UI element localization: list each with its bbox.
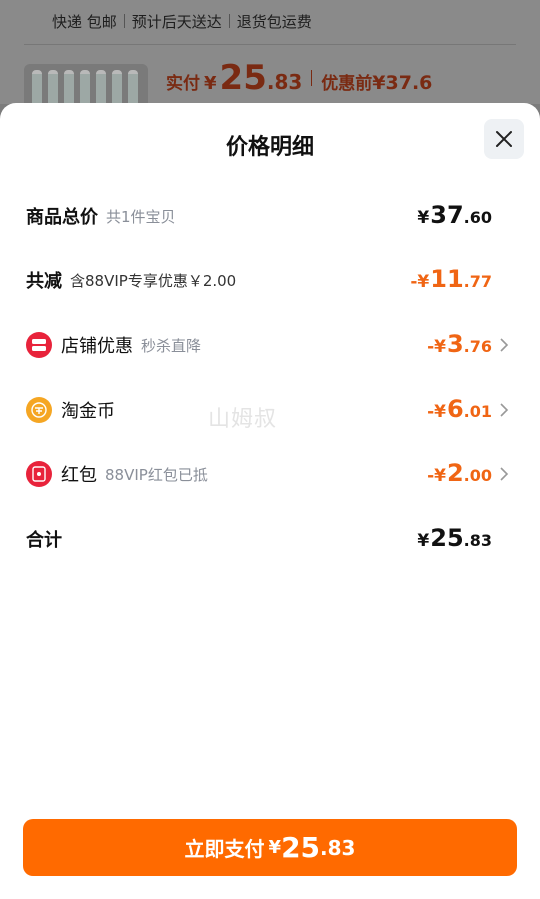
row-amount: ¥ 37 .60 bbox=[417, 198, 492, 234]
row-label: 共减 bbox=[26, 271, 62, 292]
row-label: 商品总价 bbox=[26, 207, 98, 228]
chevron-right-icon bbox=[500, 467, 509, 481]
row-sub: 共1件宝贝 bbox=[106, 207, 176, 226]
tag-shipping: 快递 包邮 bbox=[52, 12, 117, 31]
amount-integer: 25 bbox=[281, 831, 321, 864]
yen-sign: ¥ bbox=[268, 837, 282, 858]
before-discount-label: 优惠前 bbox=[321, 74, 373, 94]
row-sub: 秒杀直降 bbox=[141, 336, 202, 355]
delivery-tags: 快递 包邮 预计后天送达 退货包运费 bbox=[52, 10, 319, 32]
row-red-packet[interactable]: 红包 88VIP红包已抵 -¥ 2 .00 bbox=[26, 456, 516, 492]
price-decimal: .83 bbox=[266, 70, 303, 94]
yen-sign: -¥ bbox=[410, 272, 430, 292]
amount-decimal: .01 bbox=[463, 402, 492, 421]
price-separator bbox=[311, 70, 313, 86]
row-shop-discount[interactable]: 店铺优惠 秒杀直降 -¥ 3 .76 bbox=[26, 327, 516, 363]
amount-decimal: .76 bbox=[463, 337, 492, 356]
amount-decimal: .60 bbox=[463, 208, 492, 227]
row-amount: -¥ 6 .01 bbox=[427, 392, 492, 428]
amount-decimal: .83 bbox=[320, 835, 356, 860]
paid-label: 实付 bbox=[166, 74, 200, 94]
row-label: 淘金币 bbox=[61, 401, 115, 422]
row-total-goods: 商品总价 共1件宝贝 ¥ 37 .60 bbox=[26, 198, 516, 234]
row-label: 店铺优惠 bbox=[61, 336, 133, 357]
chevron-right-icon bbox=[500, 338, 509, 352]
sheet-title: 价格明细 bbox=[225, 135, 314, 160]
amount-integer: 25 bbox=[430, 524, 464, 552]
row-sum: 合计 ¥ 25 .83 bbox=[26, 521, 516, 557]
row-sub: 88VIP红包已抵 bbox=[105, 465, 208, 484]
amount-integer: 2 bbox=[446, 459, 464, 487]
pay-button-label: 立即支付 bbox=[184, 837, 265, 861]
price-integer: 25 bbox=[219, 58, 267, 98]
gold-coin-icon bbox=[26, 397, 52, 423]
amount-integer: 6 bbox=[446, 395, 464, 423]
before-discount-value: ¥37.6 bbox=[372, 72, 433, 94]
amount-integer: 11 bbox=[430, 265, 464, 293]
yen-sign: -¥ bbox=[427, 402, 446, 422]
amount-integer: 3 bbox=[446, 330, 464, 358]
tag-delivery-eta: 预计后天送达 bbox=[131, 12, 222, 31]
yen-sign: -¥ bbox=[427, 337, 446, 357]
row-label: 红包 bbox=[61, 465, 97, 486]
shop-coupon-icon bbox=[26, 332, 52, 358]
tag-return-shipping: 退货包运费 bbox=[236, 12, 312, 31]
row-total-reduction: 共减 含88VIP专享优惠￥2.00 -¥ 11 .77 bbox=[26, 262, 516, 298]
yen-sign: ¥ bbox=[417, 208, 430, 228]
row-amount: -¥ 3 .76 bbox=[427, 327, 492, 363]
chevron-right-icon bbox=[500, 403, 509, 417]
row-amount: ¥ 25 .83 bbox=[417, 521, 492, 557]
red-packet-icon bbox=[26, 461, 52, 487]
row-sub: 含88VIP专享优惠￥2.00 bbox=[70, 271, 237, 290]
yen-sign: ¥ bbox=[204, 73, 217, 94]
product-thumbnail bbox=[24, 64, 148, 108]
close-button[interactable] bbox=[484, 119, 524, 159]
close-icon bbox=[496, 131, 512, 147]
row-amount: -¥ 11 .77 bbox=[410, 262, 492, 298]
row-label: 合计 bbox=[26, 530, 62, 551]
amount-decimal: .83 bbox=[463, 531, 492, 550]
pay-now-button[interactable]: 立即支付 ¥ 25 .83 bbox=[23, 819, 517, 876]
row-amount: -¥ 2 .00 bbox=[427, 456, 492, 492]
watermark: 山姆叔 bbox=[208, 407, 278, 432]
amount-integer: 37 bbox=[430, 201, 464, 229]
amount-decimal: .77 bbox=[463, 272, 492, 291]
yen-sign: -¥ bbox=[427, 466, 446, 486]
price-detail-sheet: 价格明细 商品总价 共1件宝贝 ¥ 37 .60 共减 含88VIP专享优惠￥2… bbox=[0, 103, 540, 899]
background-price: 实付 ¥ 25 .83 优惠前 ¥37.6 bbox=[166, 58, 432, 98]
yen-sign: ¥ bbox=[417, 531, 430, 551]
divider bbox=[24, 44, 516, 45]
amount-decimal: .00 bbox=[463, 466, 492, 485]
